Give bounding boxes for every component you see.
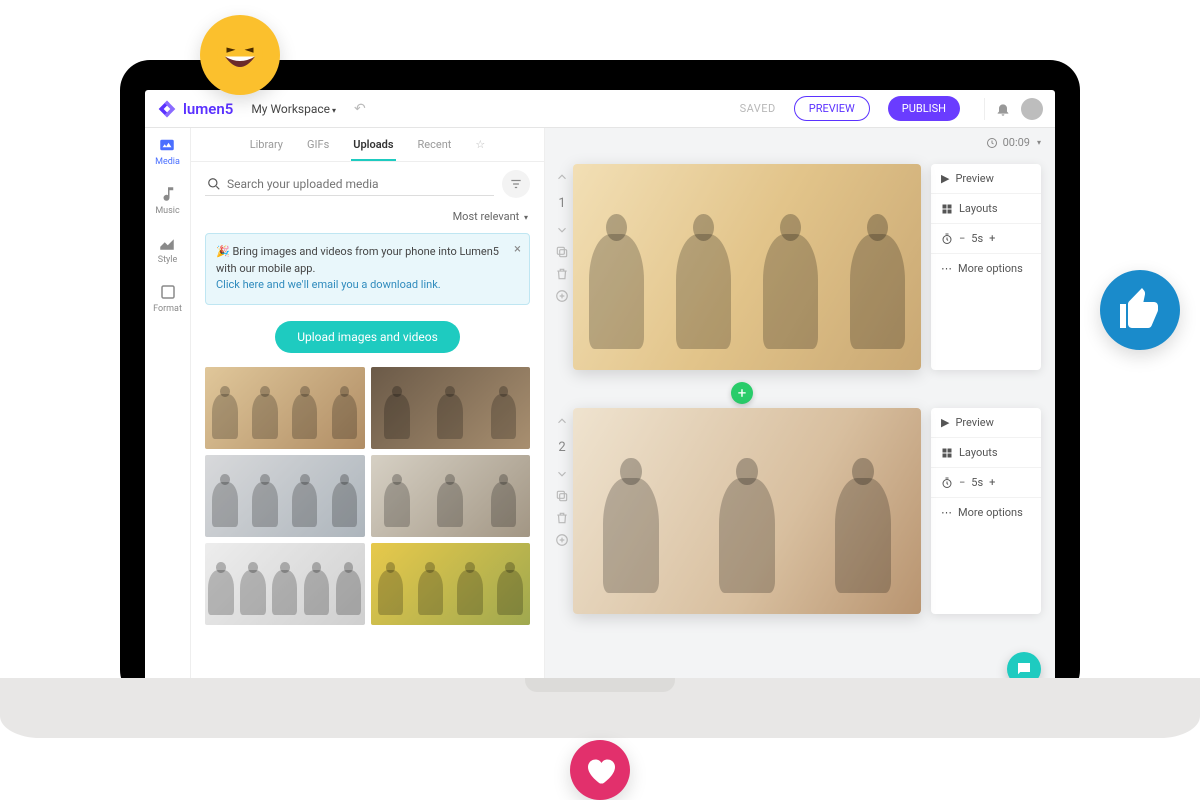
action-more[interactable]: ⋯More options: [931, 498, 1041, 527]
rail-label: Style: [158, 255, 178, 265]
laptop-frame: lumen5 My Workspace▾ ↶ SAVED PREVIEW PUB…: [120, 60, 1080, 700]
action-duration[interactable]: −5s+: [931, 468, 1041, 498]
mobile-app-notice: 🎉 Bring images and videos from your phon…: [205, 233, 530, 305]
search-input-wrapper[interactable]: [205, 173, 494, 196]
grid-icon: [941, 203, 953, 215]
clock-icon: [986, 137, 998, 149]
filter-icon[interactable]: [502, 170, 530, 198]
action-more[interactable]: ⋯More options: [931, 254, 1041, 283]
add-circle-icon[interactable]: [555, 289, 569, 303]
dots-icon: ⋯: [941, 262, 952, 275]
laptop-base: [0, 678, 1200, 738]
media-thumb[interactable]: [371, 543, 531, 625]
thumbs-up-badge: [1100, 270, 1180, 350]
tab-gifs[interactable]: GIFs: [305, 138, 331, 161]
media-thumb[interactable]: [371, 455, 531, 537]
chevron-down-icon[interactable]: [555, 223, 569, 237]
trash-icon[interactable]: [555, 511, 569, 525]
action-layouts[interactable]: Layouts: [931, 438, 1041, 468]
rail-label: Format: [153, 304, 182, 314]
publish-button[interactable]: PUBLISH: [888, 96, 960, 121]
slide-actions: ▶Preview Layouts −5s+ ⋯More options: [931, 164, 1041, 370]
slide-actions: ▶Preview Layouts −5s+ ⋯More options: [931, 408, 1041, 614]
chevron-down-icon[interactable]: [555, 467, 569, 481]
brand-name: lumen5: [183, 100, 233, 118]
timer-icon: [941, 233, 953, 245]
slide-number: 1: [558, 196, 565, 211]
save-status: SAVED: [740, 102, 776, 115]
slide-gutter: 1: [551, 164, 573, 370]
play-icon: ▶: [941, 416, 949, 429]
rail-style[interactable]: Style: [158, 234, 178, 265]
rail-label: Media: [155, 157, 180, 167]
slide-block: 1 ▶Preview Layouts: [551, 164, 1041, 370]
media-thumb[interactable]: [205, 455, 365, 537]
preview-button[interactable]: PREVIEW: [794, 96, 870, 121]
action-preview[interactable]: ▶Preview: [931, 164, 1041, 194]
media-tabs: Library GIFs Uploads Recent ☆: [191, 128, 544, 162]
rail-format[interactable]: Format: [153, 283, 182, 314]
slide-number: 2: [558, 440, 565, 455]
user-avatar[interactable]: [1021, 98, 1043, 120]
search-input[interactable]: [227, 177, 492, 191]
notice-link[interactable]: Click here and we'll email you a downloa…: [216, 278, 441, 291]
slide-block: 2 ▶Preview Layouts: [551, 408, 1041, 614]
party-icon: 🎉: [216, 245, 230, 258]
media-thumb[interactable]: [205, 367, 365, 449]
copy-icon[interactable]: [555, 489, 569, 503]
slide-gutter: 2: [551, 408, 573, 614]
action-duration[interactable]: −5s+: [931, 224, 1041, 254]
chevron-up-icon[interactable]: [555, 414, 569, 428]
timeline-duration[interactable]: 00:09▾: [986, 136, 1041, 149]
timer-icon: [941, 477, 953, 489]
close-icon[interactable]: ×: [514, 240, 521, 260]
play-icon: ▶: [941, 172, 949, 185]
app-header: lumen5 My Workspace▾ ↶ SAVED PREVIEW PUB…: [145, 90, 1055, 128]
add-circle-icon[interactable]: [555, 533, 569, 547]
media-thumb[interactable]: [371, 367, 531, 449]
upload-button[interactable]: Upload images and videos: [275, 321, 460, 353]
action-layouts[interactable]: Layouts: [931, 194, 1041, 224]
rail-media[interactable]: Media: [155, 136, 180, 167]
heart-badge: [570, 740, 630, 800]
search-icon: [207, 177, 221, 191]
rail-music[interactable]: Music: [155, 185, 179, 216]
sort-dropdown[interactable]: Most relevant ▾: [453, 210, 528, 223]
tab-uploads[interactable]: Uploads: [351, 138, 395, 161]
copy-icon[interactable]: [555, 245, 569, 259]
tab-recent[interactable]: Recent: [416, 138, 454, 161]
add-slide-button[interactable]: +: [731, 382, 753, 404]
notifications-icon[interactable]: [995, 101, 1011, 117]
left-rail: Media Music Style Format: [145, 128, 191, 700]
media-thumb[interactable]: [205, 543, 365, 625]
laughing-emoji-badge: [200, 15, 280, 95]
trash-icon[interactable]: [555, 267, 569, 281]
brand-logo[interactable]: lumen5: [157, 99, 233, 119]
tab-favorites[interactable]: ☆: [473, 138, 487, 161]
media-thumbnails: [191, 367, 544, 625]
notice-text: Bring images and videos from your phone …: [216, 245, 499, 275]
rail-label: Music: [155, 206, 179, 216]
media-panel: Library GIFs Uploads Recent ☆ M: [191, 128, 545, 700]
slide-thumbnail[interactable]: [573, 164, 921, 370]
workspace-dropdown[interactable]: My Workspace▾: [251, 102, 336, 116]
undo-icon[interactable]: ↶: [354, 101, 366, 117]
canvas-area: 00:09▾ 1 ▶Preview: [545, 128, 1055, 700]
slide-thumbnail[interactable]: [573, 408, 921, 614]
grid-icon: [941, 447, 953, 459]
chevron-up-icon[interactable]: [555, 170, 569, 184]
dots-icon: ⋯: [941, 506, 952, 519]
tab-library[interactable]: Library: [248, 138, 285, 161]
action-preview[interactable]: ▶Preview: [931, 408, 1041, 438]
